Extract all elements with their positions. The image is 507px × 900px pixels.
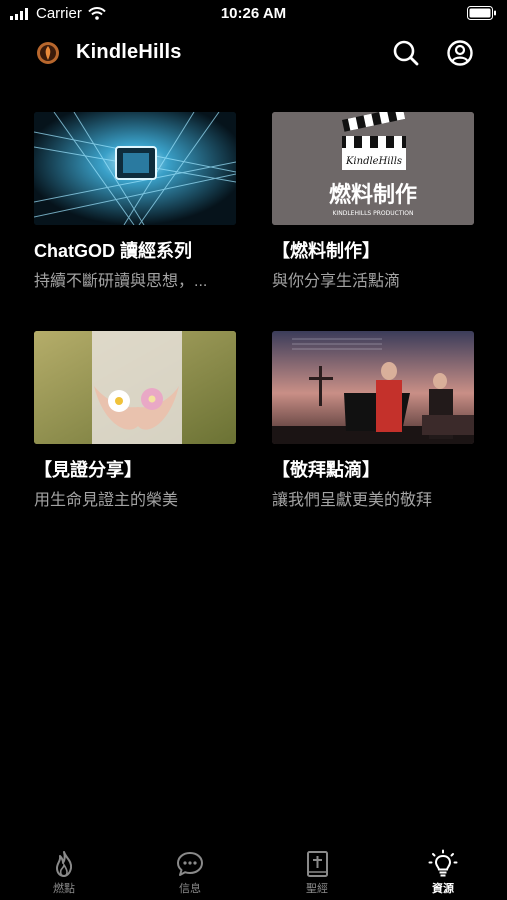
tab-resources[interactable]: 資源: [413, 838, 473, 896]
user-icon: [447, 40, 473, 66]
battery-icon: [467, 6, 497, 25]
card-testimony[interactable]: 【見證分享】 用生命見證主的榮美: [34, 331, 236, 510]
tab-bible[interactable]: 聖經: [287, 838, 347, 896]
tab-label: 信息: [179, 883, 201, 895]
card-subtitle: 讓我們呈獻更美的敬拜: [272, 492, 433, 509]
tab-label: 燃點: [53, 883, 75, 895]
tab-flame[interactable]: 燃點: [34, 838, 94, 896]
flame-icon: [56, 851, 73, 877]
tab-bar: 燃點 信息 聖經 資源: [0, 838, 507, 900]
thumb-caption: KINDLEHILLS PRODUCTION: [333, 210, 414, 217]
clock: 10:26 AM: [220, 5, 287, 22]
card-subtitle: 用生命見證主的榮美: [34, 492, 179, 509]
card-thumbnail-chip: [34, 112, 236, 225]
card-title: 【見證分享】: [34, 460, 142, 480]
tab-messages[interactable]: 信息: [160, 838, 220, 896]
app-header: KindleHills: [0, 30, 507, 76]
app-logo: [37, 42, 59, 64]
card-thumbnail-hands-flowers: [34, 331, 236, 444]
card-fuel-production[interactable]: KindleHills 燃料制作 KINDLEHILLS PRODUCTION …: [272, 112, 474, 291]
chat-bubble-icon: [177, 852, 203, 876]
card-worship[interactable]: 【敬拜點滴】 讓我們呈獻更美的敬拜: [272, 331, 474, 510]
status-bar: Carrier 10:26 AM: [0, 0, 507, 28]
thumb-heading: 燃料制作: [329, 182, 417, 208]
card-thumbnail-clapperboard: KindleHills 燃料制作 KINDLEHILLS PRODUCTION: [272, 112, 474, 225]
card-title: 【敬拜點滴】: [272, 460, 380, 480]
card-subtitle: 持續不斷研讀與思想，...: [34, 273, 208, 290]
card-thumbnail-worship: [272, 331, 474, 444]
thumb-logo-text: KindleHills: [345, 156, 402, 167]
lightbulb-icon: [428, 849, 458, 877]
card-subtitle: 與你分享生活點滴: [272, 273, 401, 290]
app-title: KindleHills: [76, 41, 182, 63]
profile-button[interactable]: [445, 38, 475, 68]
card-title: ChatGOD 讀經系列: [34, 241, 193, 261]
tab-label: 聖經: [306, 883, 328, 895]
card-chatgod[interactable]: ChatGOD 讀經系列 持續不斷研讀與思想，...: [34, 112, 236, 291]
search-button[interactable]: [391, 38, 421, 68]
tab-label: 資源: [432, 883, 454, 895]
bible-icon: [307, 851, 328, 877]
card-title: 【燃料制作】: [272, 241, 380, 261]
search-icon: [393, 40, 419, 66]
